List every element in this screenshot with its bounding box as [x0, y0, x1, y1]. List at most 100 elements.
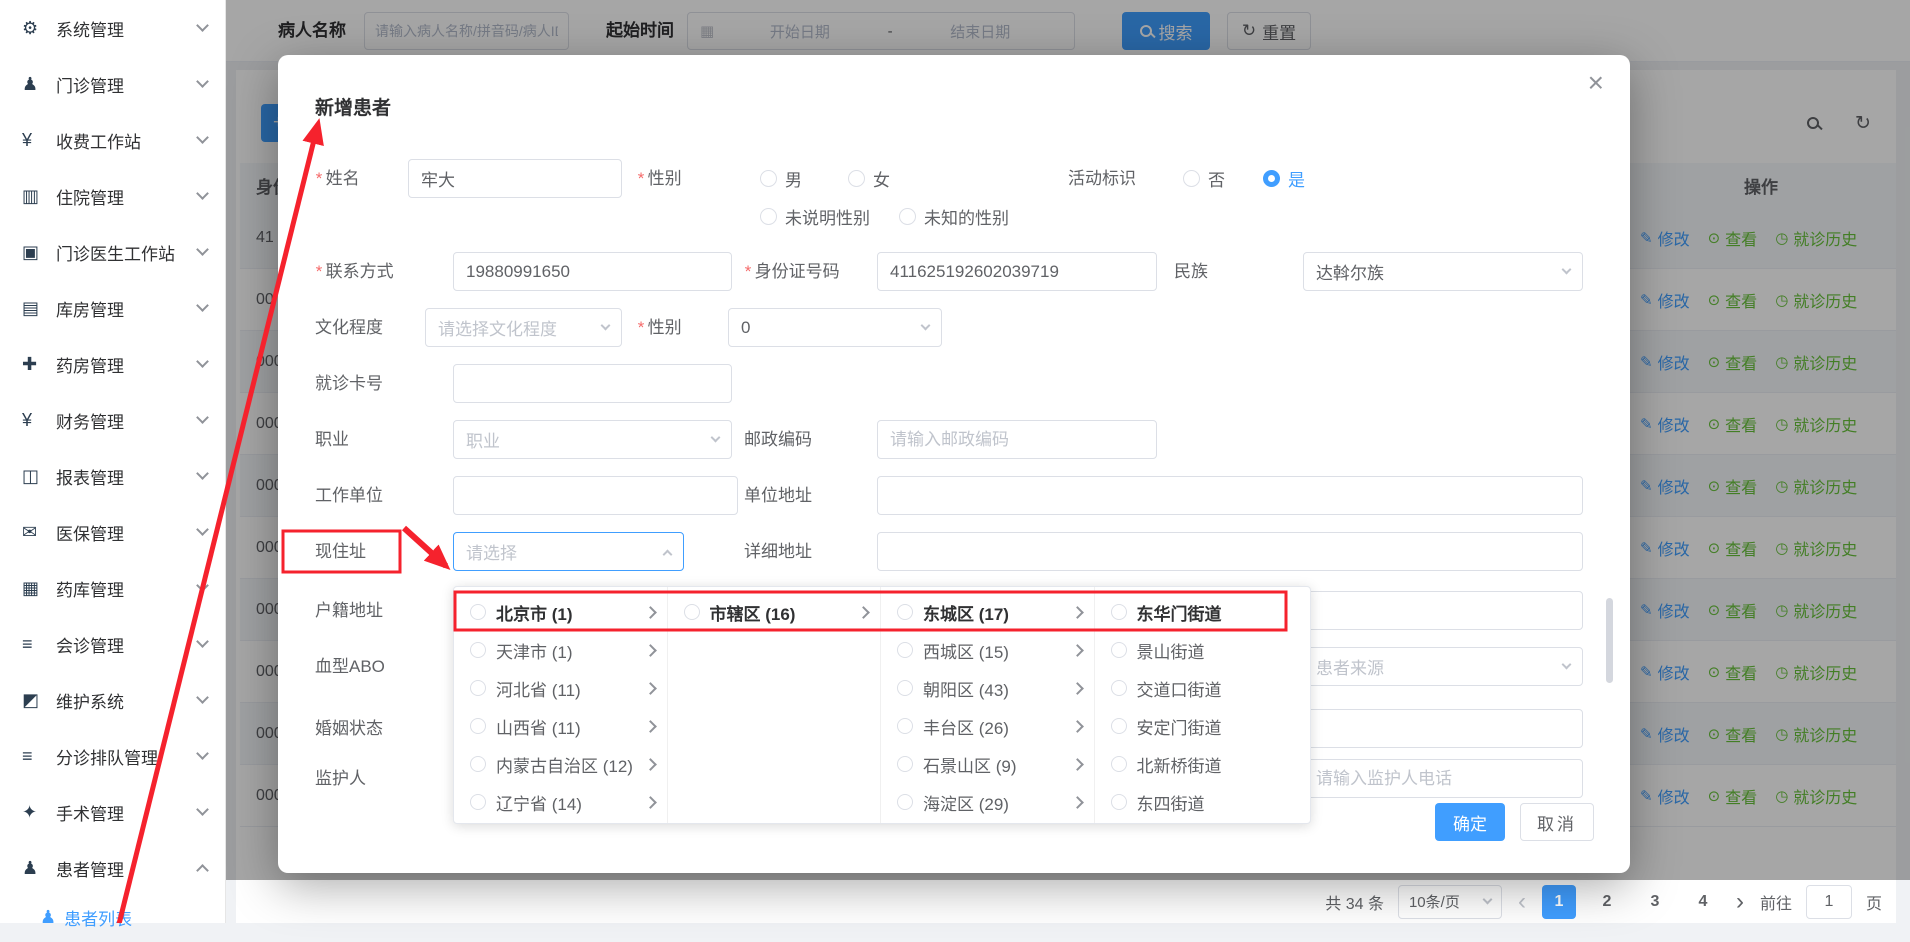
radio-icon [897, 718, 913, 734]
chevron-down-icon [711, 432, 721, 442]
household-address-label: 户籍地址 [315, 591, 383, 630]
sidebar-item-system-management[interactable]: ⚙ 系统管理 [0, 0, 225, 56]
cascader-option-jingshan[interactable]: 景山街道 [1095, 631, 1311, 669]
radio-gender-unstated[interactable]: 未说明性别 [760, 197, 870, 236]
goto-page-input[interactable] [1806, 885, 1852, 919]
cascader-option-beixinqiao[interactable]: 北新桥街道 [1095, 745, 1311, 783]
page-number-3[interactable]: 3 [1638, 885, 1672, 919]
visit-card-field[interactable] [453, 364, 732, 403]
idcard-label: *身份证号码 [744, 252, 840, 291]
chevron-down-icon [196, 747, 209, 760]
cascader-option-tianjin[interactable]: 天津市 (1) [454, 631, 667, 669]
gear-icon: ⚙ [22, 18, 48, 39]
cascader-option-shixiaqu[interactable]: 市辖区 (16) [668, 593, 881, 631]
confirm-button[interactable]: 确定 [1435, 803, 1505, 841]
contact-field[interactable] [453, 252, 732, 291]
sidebar-item-inpatient-management[interactable]: ▥ 住院管理 [0, 168, 225, 224]
occupation-label: 职业 [315, 420, 349, 459]
page-size-select[interactable]: 10条/页 [1398, 885, 1502, 919]
cascader-option-donghuamen[interactable]: 东华门街道 [1095, 593, 1311, 631]
sidebar-item-pharmacy-management[interactable]: ✚ 药房管理 [0, 336, 225, 392]
occupation-select[interactable]: 职业 [453, 420, 732, 459]
doctor-workstation-icon: ▣ [22, 242, 48, 263]
sidebar-item-label: 会诊管理 [56, 632, 198, 657]
radio-icon [760, 170, 777, 187]
chevron-right-icon [1071, 682, 1084, 695]
patient-list-icon: ♟ [40, 907, 56, 928]
sidebar-item-outpatient-management[interactable]: ♟ 门诊管理 [0, 56, 225, 112]
sidebar-item-insurance-management[interactable]: ✉ 医保管理 [0, 504, 225, 560]
cascader-option-shijingshan[interactable]: 石景山区 (9) [881, 745, 1094, 783]
idcard-field[interactable] [877, 252, 1157, 291]
warehouse-icon: ▤ [22, 298, 48, 319]
cancel-button[interactable]: 取消 [1520, 803, 1594, 841]
detail-address-field[interactable] [877, 532, 1583, 571]
page-number-4[interactable]: 4 [1686, 885, 1720, 919]
chevron-down-icon [196, 299, 209, 312]
cascader-option-shanxi[interactable]: 山西省 (11) [454, 707, 667, 745]
radio-icon [848, 170, 865, 187]
page-number-1[interactable]: 1 [1542, 885, 1576, 919]
radio-active-no[interactable]: 否 [1183, 159, 1225, 198]
page-number-2[interactable]: 2 [1590, 885, 1624, 919]
chevron-down-icon [1483, 894, 1493, 904]
sidebar-item-fee-workstation[interactable]: ¥ 收费工作站 [0, 112, 225, 168]
cascader-option-dongsi[interactable]: 东四街道 [1095, 783, 1311, 821]
education-select[interactable]: 请选择文化程度 [425, 308, 622, 347]
cascader-option-xicheng[interactable]: 西城区 (15) [881, 631, 1094, 669]
radio-icon [897, 756, 913, 772]
sidebar-item-patient-list[interactable]: ♟ 患者列表 [0, 892, 226, 942]
prev-page-button[interactable]: ‹ [1516, 885, 1528, 919]
postal-field[interactable] [877, 420, 1157, 459]
cascader-option-haidian[interactable]: 海淀区 (29) [881, 783, 1094, 821]
sidebar-item-warehouse-management[interactable]: ▤ 库房管理 [0, 280, 225, 336]
next-page-button[interactable]: › [1734, 885, 1746, 919]
sidebar-item-label: 财务管理 [56, 408, 198, 433]
sidebar-item-maintenance-system[interactable]: ◩ 维护系统 [0, 672, 225, 728]
cascader-option-hebei[interactable]: 河北省 (11) [454, 669, 667, 707]
sidebar-item-outpatient-doctor-workstation[interactable]: ▣ 门诊医生工作站 [0, 224, 225, 280]
sidebar-subitem-label: 患者列表 [64, 905, 132, 930]
chevron-right-icon [644, 796, 657, 809]
work-unit-field[interactable] [453, 476, 738, 515]
guardian-phone-field[interactable] [1303, 759, 1583, 798]
sidebar-item-surgery-management[interactable]: ✦ 手术管理 [0, 784, 225, 840]
chevron-down-icon [1562, 264, 1572, 274]
ethnicity-select[interactable]: 达斡尔族 [1303, 252, 1583, 291]
cascader-option-liaoning[interactable]: 辽宁省 (14) [454, 783, 667, 821]
cascader-option-andingmen[interactable]: 安定门街道 [1095, 707, 1311, 745]
unit-address-field[interactable] [877, 476, 1583, 515]
chevron-down-icon [921, 320, 931, 330]
radio-female[interactable]: 女 [848, 159, 890, 198]
sidebar-item-patient-management[interactable]: ♟ 患者管理 [0, 840, 225, 896]
cascader-option-neimenggu[interactable]: 内蒙古自治区 (12) [454, 745, 667, 783]
insurance-icon: ✉ [22, 522, 48, 543]
radio-active-yes[interactable]: 是 [1263, 159, 1305, 198]
radio-icon [470, 794, 486, 810]
cascader-option-fengtai[interactable]: 丰台区 (26) [881, 707, 1094, 745]
sidebar-item-drug-storage-management[interactable]: ▦ 药库管理 [0, 560, 225, 616]
radio-male[interactable]: 男 [760, 159, 802, 198]
sidebar-item-finance-management[interactable]: ¥ 财务管理 [0, 392, 225, 448]
patient-source-select[interactable]: 患者来源 [1303, 647, 1583, 686]
cascader-option-jiaodaokou[interactable]: 交道口街道 [1095, 669, 1311, 707]
close-icon[interactable]: × [1588, 69, 1604, 97]
sidebar-item-consultation-management[interactable]: ≡ 会诊管理 [0, 616, 225, 672]
drug-storage-icon: ▦ [22, 578, 48, 599]
name-field[interactable] [408, 159, 622, 198]
cascader-option-beijing[interactable]: 北京市 (1) [454, 593, 667, 631]
gender2-select[interactable]: 0 [728, 308, 942, 347]
radio-icon [1111, 756, 1127, 772]
current-address-cascader[interactable]: 请选择 [453, 532, 684, 571]
modal-scrollbar[interactable] [1606, 598, 1613, 683]
cascader-option-chaoyang[interactable]: 朝阳区 (43) [881, 669, 1094, 707]
fee-workstation-icon: ¥ [22, 130, 48, 151]
sidebar-item-label: 分诊排队管理 [56, 744, 198, 769]
chevron-down-icon [196, 803, 209, 816]
inpatient-icon: ▥ [22, 186, 48, 207]
cascader-option-dongcheng[interactable]: 东城区 (17) [881, 593, 1094, 631]
radio-gender-unknown[interactable]: 未知的性别 [899, 197, 1009, 236]
sidebar-item-report-management[interactable]: ◫ 报表管理 [0, 448, 225, 504]
radio-icon [899, 208, 916, 225]
sidebar-item-triage-queue-management[interactable]: ≡ 分诊排队管理 [0, 728, 225, 784]
